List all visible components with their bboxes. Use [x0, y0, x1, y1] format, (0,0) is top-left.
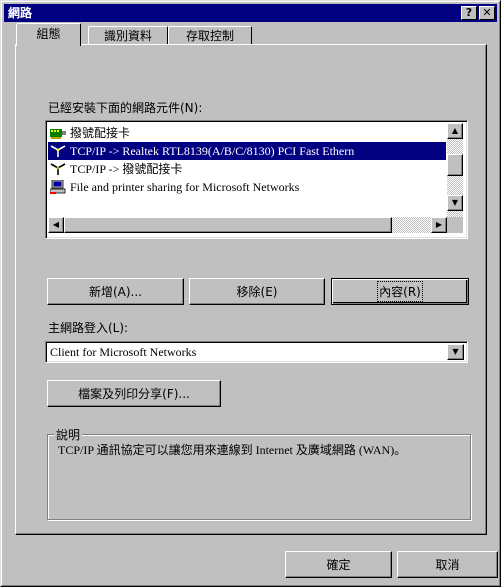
list-item-label: TCP/IP -> 撥號配接卡 [70, 162, 183, 176]
file-print-sharing-button[interactable]: 檔案及列印分享(F)... [47, 380, 221, 407]
scroll-right-button[interactable]: ▶ [431, 217, 447, 233]
tab-configuration[interactable]: 組態 [16, 23, 81, 46]
tab-label: 組態 [36, 27, 61, 41]
list-item-label: File and printer sharing for Microsoft N… [70, 180, 300, 194]
network-adapter-icon [50, 129, 66, 139]
network-dialog: 網路 ? ✕ 組態 識別資料 存取控制 已經安裝下面的網路元件(N): 撥號配接… [0, 0, 501, 587]
list-item-label: TCP/IP -> Realtek RTL8139(A/B/C/8130) PC… [70, 144, 355, 158]
close-button[interactable]: ✕ [479, 6, 495, 20]
file-print-sharing-label: 檔案及列印分享(F)... [78, 387, 190, 401]
title-bar[interactable]: 網路 ? ✕ [4, 4, 497, 22]
components-label: 已經安裝下面的網路元件(N): [48, 101, 203, 115]
list-item-selected[interactable]: TCP/IP -> Realtek RTL8139(A/B/C/8130) PC… [48, 142, 446, 160]
tab-access-control[interactable]: 存取控制 [168, 26, 252, 45]
primary-logon-select[interactable]: Client for Microsoft Networks ▼ [45, 341, 468, 363]
primary-logon-label: 主網路登入(L): [48, 321, 129, 335]
help-button[interactable]: ? [461, 6, 477, 20]
file-printer-sharing-icon [50, 180, 66, 194]
properties-button-label: 內容(R) [377, 281, 423, 302]
tab-identification[interactable]: 識別資料 [88, 26, 168, 45]
scrollbar-corner [447, 217, 463, 233]
scroll-up-button[interactable]: ▲ [447, 123, 463, 139]
tab-label: 存取控制 [185, 29, 234, 43]
tab-label: 識別資料 [103, 29, 152, 43]
description-text: TCP/IP 通訊協定可以讓您用來連線到 Internet 及廣域網路 (WAN… [58, 443, 407, 457]
cancel-button-label: 取消 [435, 558, 460, 572]
list-item-label: 撥號配接卡 [70, 126, 131, 140]
list-item[interactable]: TCP/IP -> 撥號配接卡 [48, 160, 446, 178]
ok-button-label: 確定 [326, 558, 351, 572]
list-item[interactable]: File and printer sharing for Microsoft N… [48, 178, 446, 196]
add-button-label: 新增(A)... [88, 285, 143, 299]
ok-button[interactable]: 確定 [285, 551, 392, 578]
remove-button[interactable]: 移除(E) [189, 278, 325, 305]
vertical-scrollbar[interactable]: ▲ ▼ [447, 123, 463, 217]
scroll-down-button[interactable]: ▼ [447, 195, 463, 211]
cancel-button[interactable]: 取消 [397, 551, 498, 578]
network-protocol-icon [50, 145, 66, 157]
scroll-left-button[interactable]: ◀ [48, 217, 64, 233]
add-button[interactable]: 新增(A)... [47, 278, 184, 305]
properties-button[interactable]: 內容(R) [331, 278, 469, 305]
horizontal-scroll-thumb[interactable] [64, 217, 392, 233]
horizontal-scrollbar[interactable]: ◀ ▶ [48, 217, 447, 233]
description-title: 說明 [54, 426, 83, 443]
components-list[interactable]: 撥號配接卡 TCP/IP -> Realtek RTL8139(A/B/C/81… [45, 120, 468, 239]
dropdown-arrow-button[interactable]: ▼ [447, 344, 464, 360]
list-item[interactable]: 撥號配接卡 [48, 124, 446, 142]
scroll-thumb[interactable] [447, 154, 463, 176]
primary-logon-value: Client for Microsoft Networks [50, 345, 197, 359]
network-protocol-icon [50, 163, 66, 175]
remove-button-label: 移除(E) [236, 285, 278, 299]
window-title: 網路 [8, 6, 33, 20]
